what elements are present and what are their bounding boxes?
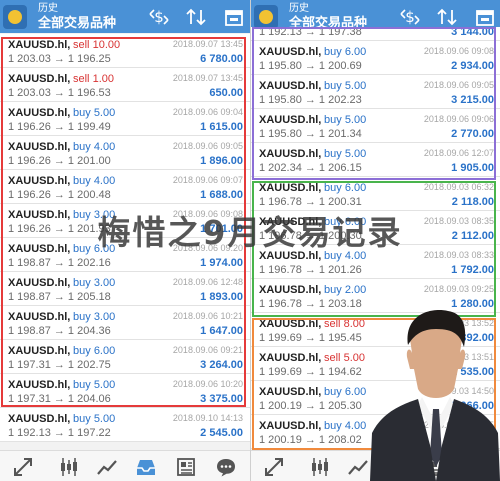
svg-text:$: $	[154, 8, 164, 26]
portrait-photo	[370, 305, 500, 481]
sort-arrows-icon[interactable]	[436, 6, 458, 28]
trade-arrows-icon[interactable]	[12, 456, 34, 478]
dollar-swap-icon[interactable]: $	[399, 6, 421, 28]
app-bar: 历史 全部交易品种 $	[0, 0, 250, 33]
deal-direction: buy 5.00	[73, 413, 115, 425]
trade-arrows-icon[interactable]	[263, 456, 285, 478]
chat-icon[interactable]	[215, 456, 237, 478]
line-chart-icon[interactable]	[347, 456, 369, 478]
app-bar-title[interactable]: 全部交易品种	[38, 15, 116, 31]
sort-arrows-icon[interactable]	[185, 6, 207, 28]
app-logo-icon[interactable]	[254, 5, 278, 29]
dollar-swap-icon[interactable]: $	[148, 6, 170, 28]
deal-prices: 1 192.13 → 1 197.22	[8, 427, 111, 439]
deal-volume: 5.00	[93, 413, 116, 425]
line-chart-icon[interactable]	[96, 456, 118, 478]
highlight-box-purple	[252, 27, 496, 180]
deal-side: buy	[73, 413, 91, 425]
history-tray-icon[interactable]	[135, 456, 157, 478]
app-bar-subtitle: 历史	[289, 3, 309, 14]
calendar-icon[interactable]	[474, 6, 496, 28]
calendar-icon[interactable]	[223, 6, 245, 28]
deal-time: 2018.09.10 14:13	[172, 413, 243, 423]
svg-text:$: $	[405, 8, 415, 26]
candlestick-icon[interactable]	[309, 456, 331, 478]
candlestick-icon[interactable]	[58, 456, 80, 478]
news-icon[interactable]	[175, 456, 197, 478]
deal-symbol: XAUUSD.hl,	[8, 413, 71, 425]
deal-row[interactable]: XAUUSD.hl, buy 5.00 1 192.13 → 1 197.22 201…	[0, 408, 250, 442]
deal-profit: 2 545.00	[200, 427, 243, 439]
app-bar-subtitle: 历史	[38, 3, 58, 14]
watermark-caption: 梅惜之9月交易记录	[97, 213, 403, 252]
bottom-navigation	[0, 450, 250, 481]
app-logo-icon[interactable]	[3, 5, 27, 29]
